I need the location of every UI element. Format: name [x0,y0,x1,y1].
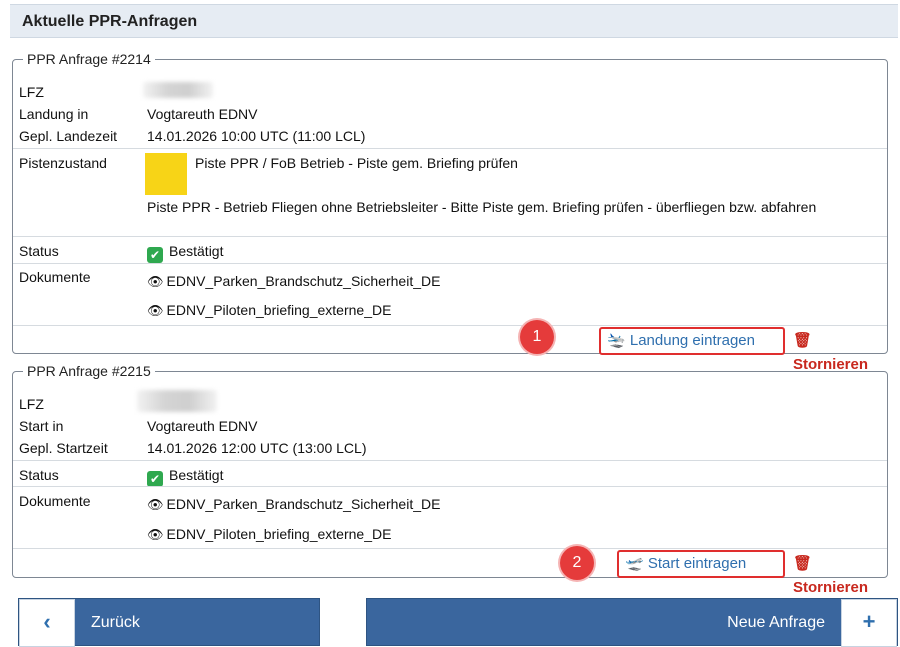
runway-status-swatch [145,153,187,195]
land-entry-label: Landung eintragen [629,332,755,349]
redacted-aircraft [137,390,217,412]
eye-icon: 👁 [147,527,164,542]
document-link[interactable]: 👁 EDNV_Piloten_briefing_externe_DE [147,526,877,543]
divider [13,148,887,149]
eye-icon: 👁 [147,497,164,512]
land-entry-button[interactable]: 🛬 Landung eintragen [599,327,785,355]
divider [13,460,887,461]
cancel-button[interactable]: 🗑 Stornieren [793,552,887,596]
back-button[interactable]: ‹ Zurück [18,598,320,647]
document-link[interactable]: 👁 EDNV_Parken_Brandschutz_Sicherheit_DE [147,496,877,513]
status-value-wrap: ✔ Bestätigt [147,243,877,263]
cancel-label: Stornieren [793,579,869,596]
time-label: Gepl. Landezeit [19,128,118,144]
time-value: 14.01.2026 12:00 UTC (13:00 LCL) [147,440,367,456]
annotation-marker-1: 1 [520,320,554,354]
divider [13,548,887,549]
location-label: Landung in [19,106,89,122]
status-value: Bestätigt [169,243,224,259]
status-label: Status [19,243,59,259]
lfz-label: LFZ [19,396,44,412]
back-label: Zurück [91,614,140,631]
redacted-aircraft [143,82,213,98]
runway-description: Piste PPR - Betrieb Fliegen ohne Betrieb… [147,199,817,215]
divider [13,236,887,237]
new-request-button[interactable]: Neue Anfrage + [366,598,898,647]
lfz-label: LFZ [19,84,44,100]
chevron-left-icon: ‹ [19,599,75,647]
divider [13,263,887,264]
document-name[interactable]: EDNV_Parken_Brandschutz_Sicherheit_DE [167,496,441,512]
status-value-wrap: ✔ Bestätigt [147,467,877,487]
start-entry-label: Start eintragen [647,555,747,572]
document-name[interactable]: EDNV_Piloten_briefing_externe_DE [167,302,392,318]
status-value: Bestätigt [169,467,224,483]
eye-icon: 👁 [147,303,164,318]
check-icon: ✔ [147,247,163,263]
time-label: Gepl. Startzeit [19,440,108,456]
documents-label: Dokumente [19,493,91,509]
document-link[interactable]: 👁 EDNV_Parken_Brandschutz_Sicherheit_DE [147,273,877,290]
cancel-button[interactable]: 🗑 Stornieren [793,329,887,373]
request-legend: PPR Anfrage #2214 [27,51,151,67]
ppr-request-card-2215: PPR Anfrage #2215 LFZ Start in Vogtareut… [12,363,888,596]
location-value: Vogtareuth EDNV [147,106,258,122]
ppr-request-card-2214: PPR Anfrage #2214 LFZ Landung in Vogtare… [12,51,888,373]
eye-icon: 👁 [147,274,164,289]
request-legend: PPR Anfrage #2215 [27,363,151,379]
status-label: Status [19,467,59,483]
time-value: 14.01.2026 10:00 UTC (11:00 LCL) [147,128,366,144]
annotation-marker-2: 2 [560,546,594,580]
takeoff-icon: 🛫 [625,555,644,572]
location-value: Vogtareuth EDNV [147,418,258,434]
document-link[interactable]: 👁 EDNV_Piloten_briefing_externe_DE [147,302,877,319]
start-entry-button[interactable]: 🛫 Start eintragen [617,550,785,578]
location-label: Start in [19,418,64,434]
divider [13,325,887,326]
document-name[interactable]: EDNV_Piloten_briefing_externe_DE [167,526,392,542]
landing-icon: 🛬 [607,332,626,349]
page-title: Aktuelle PPR-Anfragen [22,13,198,30]
page-header: Aktuelle PPR-Anfragen [10,4,898,38]
plus-icon: + [841,599,897,647]
runway-label: Pistenzustand [19,155,107,171]
runway-title: Piste PPR / FoB Betrieb - Piste gem. Bri… [195,155,518,171]
trash-icon: 🗑 [793,555,813,572]
new-request-label: Neue Anfrage [727,614,825,631]
trash-icon: 🗑 [793,332,813,349]
document-name[interactable]: EDNV_Parken_Brandschutz_Sicherheit_DE [167,273,441,289]
check-icon: ✔ [147,471,163,487]
divider [13,486,887,487]
documents-label: Dokumente [19,269,91,285]
